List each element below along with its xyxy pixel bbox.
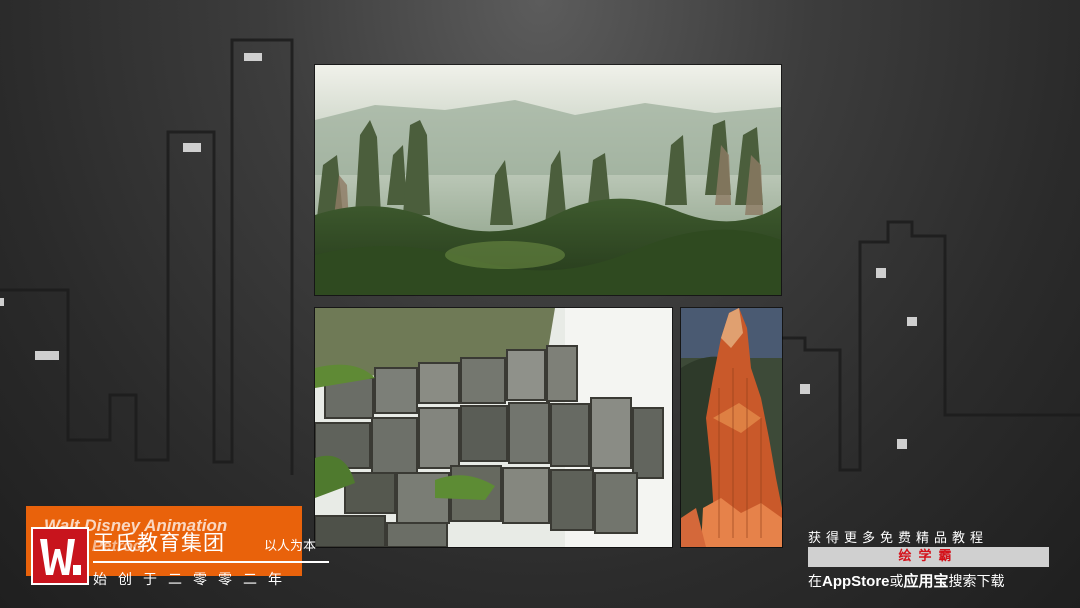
- photo-basalt-columns: [315, 308, 672, 547]
- brand-logo-icon: [31, 527, 89, 585]
- photo-red-hoodoo: [681, 308, 782, 547]
- photo-karst-mountains: [315, 65, 781, 295]
- promo-store: AppStore: [822, 573, 890, 590]
- promo-prefix: 在: [808, 574, 822, 590]
- karst-mountains-image: [315, 65, 781, 295]
- brand-divider: [93, 561, 329, 563]
- promo-download-hint: 在AppStore或应用宝搜索下载: [808, 570, 1005, 591]
- promo-app: 应用宝: [903, 573, 949, 590]
- promo-headline: 获得更多免费精品教程: [808, 531, 989, 546]
- promo-or: 或: [889, 574, 904, 590]
- promo-suffix: 搜索下载: [948, 574, 1005, 590]
- brand-motto: 以人为本: [264, 539, 317, 554]
- basalt-columns-image: [315, 308, 672, 547]
- promo-app-name: 绘学霸: [808, 547, 1049, 567]
- brand-name: 王氏教育集团: [93, 531, 225, 555]
- brand-founded: 始创于二零零二年: [93, 572, 293, 588]
- red-hoodoo-image: [681, 308, 782, 547]
